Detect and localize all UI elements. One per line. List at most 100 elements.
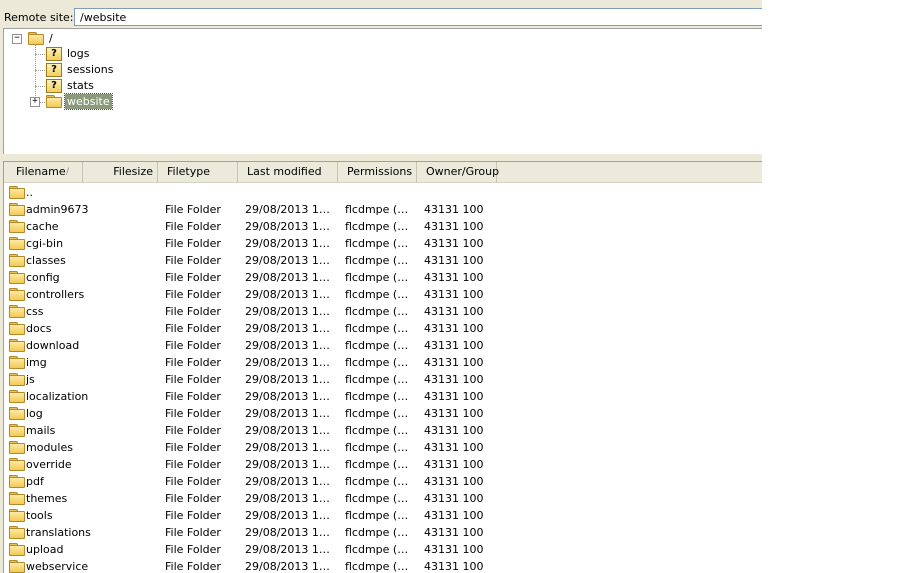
folder-open-icon [28,32,44,45]
column-header-filename[interactable]: Filename / [4,162,83,182]
collapse-icon[interactable]: − [12,34,22,44]
tree-node-logs[interactable]: ? logs [44,46,124,62]
folder-icon [9,203,25,216]
filename-cell: log [26,407,43,420]
filename-cell: tools [26,509,53,522]
list-item[interactable]: controllers File Folder 29/08/2013 12:... f… [4,286,762,303]
list-item[interactable]: pdf File Folder 29/08/2013 12:... flcdmpe (… [4,473,762,490]
filename-cell: css [26,305,44,318]
owner-group-cell: 43131 100 [424,390,484,403]
list-item[interactable]: webservice File Folder 29/08/2013 12:... fl… [4,558,762,573]
permissions-cell: flcdmpe (02... [345,526,415,539]
question-folder-icon: ? [46,79,62,93]
filename-cell: themes [26,492,68,505]
modified-cell: 29/08/2013 12:... [245,441,335,454]
filename-cell: cache [26,220,59,233]
tree-node-root[interactable]: − / [12,31,92,47]
filetype-cell: File Folder [165,339,221,352]
sort-arrow-icon: / [66,167,70,177]
filetype-cell: File Folder [165,220,221,233]
list-header: Filename / Filesize Filetype Last modifi… [4,162,762,183]
list-item[interactable]: upload File Folder 29/08/2013 12:... flcdmp… [4,541,762,558]
list-item[interactable]: translations File Folder 29/08/2013 12:...… [4,524,762,541]
filetype-cell: File Folder [165,288,221,301]
modified-cell: 29/08/2013 12:... [245,373,335,386]
permissions-cell: flcdmpe (02... [345,220,415,233]
modified-cell: 29/08/2013 12:... [245,526,335,539]
folder-icon [9,492,25,505]
filetype-cell: File Folder [165,441,221,454]
list-item[interactable]: js File Folder 29/08/2013 12:... flcdmpe (0… [4,371,762,388]
permissions-cell: flcdmpe (02... [345,305,415,318]
filetype-cell: File Folder [165,237,221,250]
column-header-filetype[interactable]: Filetype [158,162,238,182]
list-item[interactable]: modules File Folder 29/08/2013 12:... flcdm… [4,439,762,456]
list-item[interactable]: localization File Folder 29/08/2013 12:...… [4,388,762,405]
folder-icon [9,475,25,488]
owner-group-cell: 43131 100 [424,305,484,318]
folder-icon [9,390,25,403]
permissions-cell: flcdmpe (02... [345,424,415,437]
filetype-cell: File Folder [165,356,221,369]
column-header-last-modified[interactable]: Last modified [238,162,338,182]
question-folder-icon: ? [46,63,62,77]
modified-cell: 29/08/2013 12:... [245,322,335,335]
tree-node-stats[interactable]: ? stats [44,78,124,94]
tree-node-website[interactable]: + website [30,93,120,110]
remote-site-input[interactable]: /website [74,8,762,26]
filename-cell: cgi-bin [26,237,64,250]
modified-cell: 29/08/2013 12:... [245,220,335,233]
list-item[interactable]: themes File Folder 29/08/2013 12:... flcdmp… [4,490,762,507]
list-item[interactable]: log File Folder 29/08/2013 12:... flcdmpe (… [4,405,762,422]
filetype-cell: File Folder [165,390,221,403]
list-item[interactable]: classes File Folder 29/08/2013 12:... flcdm… [4,252,762,269]
column-header-label: Permissions [347,165,413,178]
list-item[interactable]: css File Folder 29/08/2013 12:... flcdmpe (… [4,303,762,320]
modified-cell: 29/08/2013 12:... [245,424,335,437]
owner-group-cell: 43131 100 [424,356,484,369]
owner-group-cell: 43131 100 [424,543,484,556]
modified-cell: 29/08/2013 12:... [245,543,335,556]
filetype-cell: File Folder [165,407,221,420]
folder-icon [9,458,25,471]
filename-cell: modules [26,441,73,454]
column-header-permissions[interactable]: Permissions [338,162,417,182]
list-item[interactable]: config File Folder 29/08/2013 12:... flcdmp… [4,269,762,286]
list-item[interactable]: mails File Folder 29/08/2013 12:... flcdmpe… [4,422,762,439]
remote-site-label: Remote site: [4,11,74,24]
tree-node-label: website [64,93,113,110]
modified-cell: 29/08/2013 12:... [245,271,335,284]
tree-node-sessions[interactable]: ? sessions [44,62,134,78]
list-item[interactable]: admin9673 File Folder 29/08/2013 12:... flc… [4,201,762,218]
permissions-cell: flcdmpe (02... [345,203,415,216]
permissions-cell: flcdmpe (02... [345,458,415,471]
list-item[interactable]: cgi-bin File Folder 29/08/2013 12:... flcdm… [4,235,762,252]
modified-cell: 29/08/2013 12:... [245,288,335,301]
folder-icon [9,560,25,573]
column-header-filesize[interactable]: Filesize [83,162,158,182]
folder-icon [9,237,25,250]
owner-group-cell: 43131 100 [424,220,484,233]
folder-icon [9,305,25,318]
folder-icon [9,509,25,522]
owner-group-cell: 43131 100 [424,339,484,352]
expand-icon[interactable]: + [30,97,40,107]
list-item[interactable]: download File Folder 29/08/2013 12:... flcd… [4,337,762,354]
permissions-cell: flcdmpe (02... [345,509,415,522]
filetype-cell: File Folder [165,373,221,386]
filetype-cell: File Folder [165,322,221,335]
list-item[interactable]: img File Folder 29/08/2013 12:... flcdmpe (… [4,354,762,371]
permissions-cell: flcdmpe (02... [345,339,415,352]
list-item[interactable]: tools File Folder 29/08/2013 12:... flcdmpe… [4,507,762,524]
owner-group-cell: 43131 100 [424,458,484,471]
folder-icon [9,288,25,301]
list-item-parent-dir[interactable]: .. [4,184,762,201]
list-item[interactable]: override File Folder 29/08/2013 12:... flcd… [4,456,762,473]
column-header-owner-group[interactable]: Owner/Group [417,162,499,182]
permissions-cell: flcdmpe (02... [345,322,415,335]
filetype-cell: File Folder [165,475,221,488]
owner-group-cell: 43131 100 [424,288,484,301]
pane-splitter[interactable] [0,154,762,161]
list-item[interactable]: docs File Folder 29/08/2013 12:... flcdmpe … [4,320,762,337]
list-item[interactable]: cache File Folder 29/08/2013 12:... flcdmpe… [4,218,762,235]
